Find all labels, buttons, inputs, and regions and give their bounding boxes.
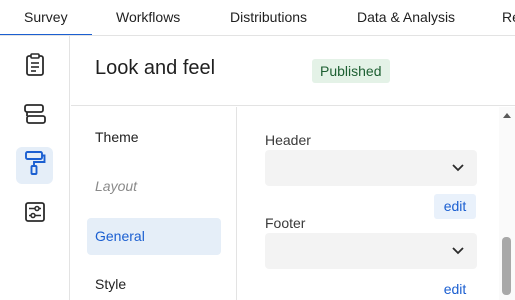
tab-workflows[interactable]: Workflows bbox=[116, 0, 180, 35]
footer-edit-button[interactable]: edit bbox=[434, 277, 476, 300]
paint-roller-icon bbox=[23, 150, 47, 181]
header-edit-button[interactable]: edit bbox=[434, 194, 476, 219]
panel-scrollbar[interactable] bbox=[499, 107, 515, 300]
general-settings-panel: Header edit Footer edit bbox=[238, 107, 515, 300]
page-title: Look and feel bbox=[95, 57, 216, 79]
survey-options-button[interactable] bbox=[16, 196, 53, 233]
subnav-item-theme[interactable]: Theme bbox=[87, 119, 221, 156]
tab-survey[interactable]: Survey bbox=[0, 0, 91, 35]
tab-distributions[interactable]: Distributions bbox=[230, 0, 307, 35]
look-and-feel-subnav: Theme Layout General Style bbox=[71, 107, 237, 300]
subnav-item-layout[interactable]: Layout bbox=[87, 168, 221, 205]
header-select[interactable] bbox=[265, 150, 477, 186]
chevron-down-icon bbox=[451, 161, 465, 179]
chevron-down-icon bbox=[451, 244, 465, 262]
look-and-feel-button[interactable] bbox=[16, 147, 53, 184]
survey-flow-button[interactable] bbox=[16, 98, 53, 135]
content-header: Look and feel Published bbox=[71, 36, 515, 106]
sliders-icon bbox=[24, 201, 46, 228]
top-navigation: Survey Workflows Distributions Data & An… bbox=[0, 0, 515, 36]
footer-field-label: Footer bbox=[265, 215, 306, 231]
footer-select[interactable] bbox=[265, 233, 477, 269]
subnav-item-general[interactable]: General bbox=[87, 218, 221, 255]
clipboard-icon bbox=[24, 53, 46, 82]
header-field-label: Header bbox=[265, 132, 311, 148]
status-badge: Published bbox=[312, 59, 390, 83]
tab-data-analysis[interactable]: Data & Analysis bbox=[357, 0, 455, 35]
scrollbar-thumb[interactable] bbox=[502, 237, 511, 295]
icon-rail bbox=[0, 36, 70, 300]
survey-editor-button[interactable] bbox=[16, 49, 53, 86]
blocks-icon bbox=[23, 102, 47, 131]
tab-reports[interactable]: Re bbox=[502, 0, 515, 35]
scroll-up-arrow-icon[interactable] bbox=[503, 113, 511, 118]
subnav-item-style[interactable]: Style bbox=[87, 266, 221, 300]
